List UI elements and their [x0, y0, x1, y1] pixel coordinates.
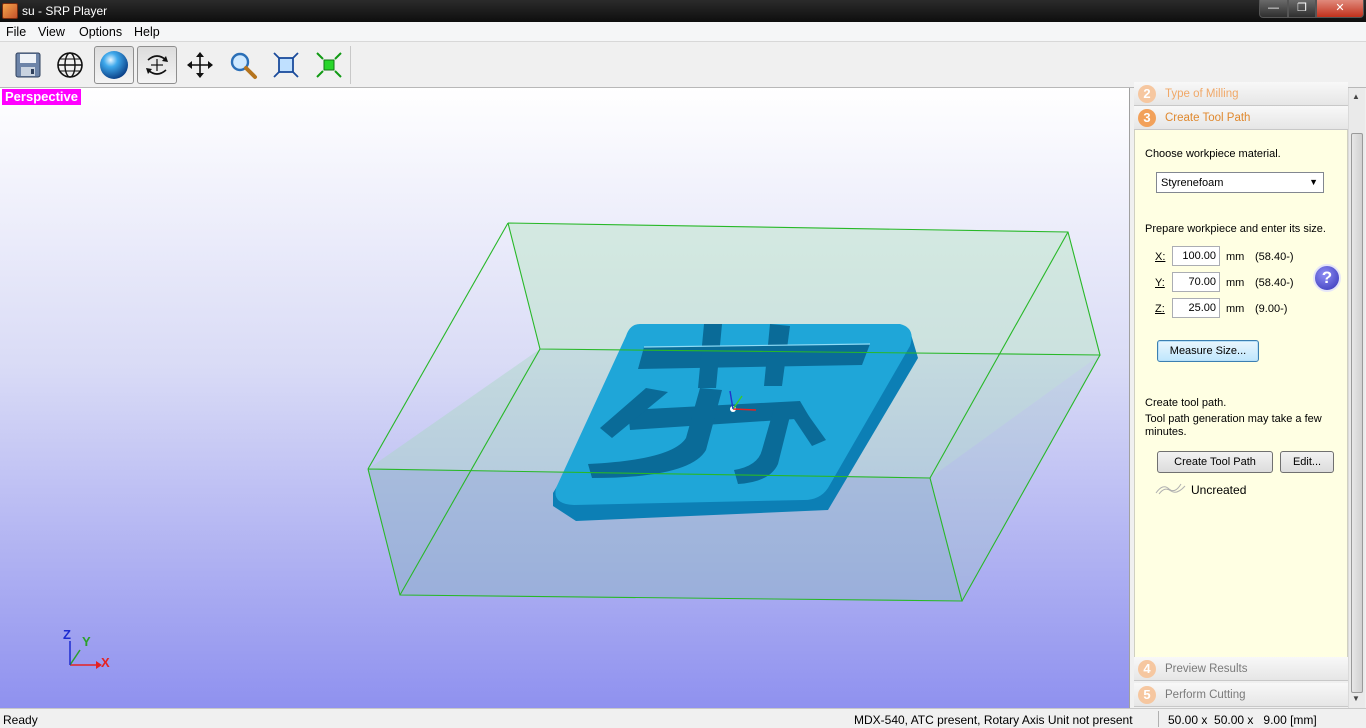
step-preview-results[interactable]: 4 Preview Results	[1134, 657, 1348, 681]
size-x-range: (58.40-)	[1255, 251, 1294, 263]
step-number: 3	[1138, 109, 1156, 127]
create-tool-path-text: Create tool path.	[1145, 397, 1227, 409]
material-select-value: Styrenefoam	[1161, 177, 1224, 189]
save-button[interactable]	[8, 46, 48, 84]
menu-bar: File View Options Help	[0, 22, 1366, 42]
help-button[interactable]: ?	[1313, 264, 1341, 292]
axis-x-label: X	[101, 655, 110, 670]
wireframe-view-button[interactable]	[50, 46, 90, 84]
size-z-label: Z:	[1155, 303, 1165, 315]
status-divider	[1158, 711, 1159, 727]
step-label: Perform Cutting	[1165, 689, 1246, 701]
step-number: 5	[1138, 686, 1156, 704]
zoom-extents-button[interactable]	[309, 46, 349, 84]
fit-view-button[interactable]	[266, 46, 306, 84]
step-label: Preview Results	[1165, 663, 1248, 675]
step-perform-cutting[interactable]: 5 Perform Cutting	[1134, 683, 1348, 707]
size-y-unit: mm	[1226, 277, 1245, 289]
step-panel: 2 Type of Milling 3 Create Tool Path Cho…	[1134, 82, 1366, 708]
axis-y-label: Y	[82, 634, 91, 649]
window-title: su - SRP Player	[22, 4, 108, 18]
chevron-down-icon: ▼	[1309, 177, 1318, 187]
step-number: 2	[1138, 85, 1156, 103]
edit-button[interactable]: Edit...	[1280, 451, 1334, 473]
shaded-view-button[interactable]	[94, 46, 134, 84]
size-y-input[interactable]: 70.00	[1172, 272, 1220, 292]
material-select[interactable]: Styrenefoam ▼	[1156, 172, 1324, 193]
3d-viewport[interactable]: Perspective X Y Z	[0, 88, 1130, 708]
measure-size-button[interactable]: Measure Size...	[1157, 340, 1259, 362]
title-bar: su - SRP Player — ❐ ✕	[0, 0, 1366, 22]
close-button[interactable]: ✕	[1316, 0, 1364, 18]
app-icon[interactable]	[2, 3, 18, 19]
minimize-button[interactable]: —	[1259, 0, 1288, 18]
menu-options[interactable]: Options	[79, 25, 122, 39]
globe-icon	[57, 52, 83, 78]
size-z-range: (9.00-)	[1255, 303, 1288, 315]
generation-note-text: Tool path generation may take a few	[1145, 413, 1322, 425]
menu-file[interactable]: File	[6, 25, 26, 39]
zoom-icon	[230, 52, 257, 79]
step-create-tool-path[interactable]: 3 Create Tool Path	[1134, 106, 1348, 130]
size-z-input[interactable]: 25.00	[1172, 298, 1220, 318]
menu-view[interactable]: View	[38, 25, 65, 39]
size-x-unit: mm	[1226, 251, 1245, 263]
step-type-of-milling[interactable]: 2 Type of Milling	[1134, 82, 1348, 106]
pan-button[interactable]	[180, 46, 220, 84]
pan-icon	[187, 52, 213, 78]
scroll-down-icon[interactable]: ▼	[1352, 694, 1360, 703]
zoom-button[interactable]	[223, 46, 263, 84]
scene-canvas[interactable]	[0, 88, 1130, 708]
help-icon: ?	[1321, 268, 1333, 287]
sphere-shading-icon	[100, 51, 128, 79]
choose-material-text: Choose workpiece material.	[1145, 148, 1281, 160]
size-y-label: Y:	[1155, 277, 1165, 289]
status-dimensions: 50.00 x 50.00 x 9.00 [mm]	[1168, 713, 1317, 727]
step-label: Create Tool Path	[1165, 112, 1251, 124]
prepare-workpiece-text: Prepare workpiece and enter its size.	[1145, 223, 1326, 235]
save-icon	[15, 52, 41, 78]
zoom-extents-icon	[316, 52, 342, 78]
step-label: Type of Milling	[1165, 88, 1239, 100]
view-mode-label: Perspective	[2, 89, 81, 105]
axis-z-label: Z	[63, 627, 71, 642]
create-tool-path-button[interactable]: Create Tool Path	[1157, 451, 1273, 473]
status-machine: MDX-540, ATC present, Rotary Axis Unit n…	[854, 713, 1133, 727]
fit-view-icon	[273, 52, 299, 78]
status-ready: Ready	[3, 713, 38, 727]
rotate-button[interactable]	[137, 46, 177, 84]
menu-help[interactable]: Help	[134, 25, 160, 39]
status-bar: Ready MDX-540, ATC present, Rotary Axis …	[0, 708, 1366, 728]
size-x-input[interactable]: 100.00	[1172, 246, 1220, 266]
toolbar-separator	[350, 46, 351, 84]
size-z-unit: mm	[1226, 303, 1245, 315]
scroll-up-icon[interactable]: ▲	[1352, 92, 1360, 101]
panel-scrollbar[interactable]: ▲ ▼	[1348, 88, 1365, 708]
size-x-label: X:	[1155, 251, 1166, 263]
generation-note-text-2: minutes.	[1145, 426, 1187, 438]
rotate-icon	[146, 55, 168, 75]
size-y-range: (58.40-)	[1255, 277, 1294, 289]
toolpath-status-icon	[1155, 483, 1186, 495]
step-number: 4	[1138, 660, 1156, 678]
maximize-button[interactable]: ❐	[1288, 0, 1316, 18]
create-tool-path-body: Choose workpiece material. Styrenefoam ▼…	[1134, 130, 1348, 668]
scrollbar-thumb[interactable]	[1351, 133, 1363, 693]
toolpath-status: Uncreated	[1191, 483, 1247, 497]
